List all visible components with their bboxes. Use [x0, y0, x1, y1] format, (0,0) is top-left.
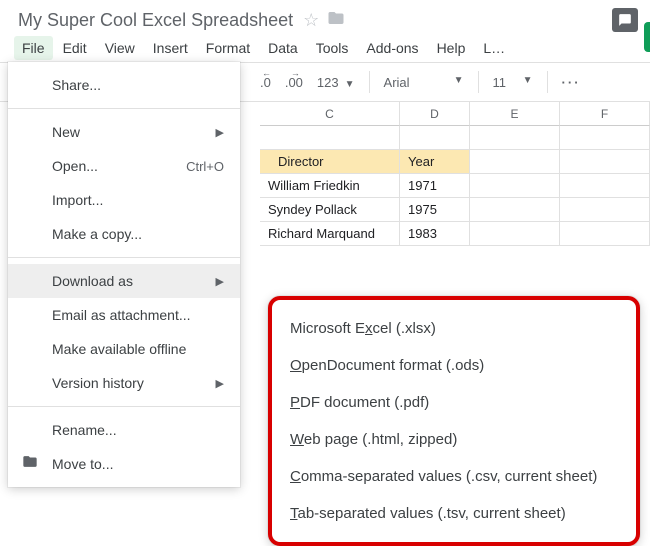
cell-year[interactable]: 1983 — [400, 222, 470, 246]
menu-item-make-offline[interactable]: Make available offline — [8, 332, 240, 366]
cell[interactable] — [560, 222, 650, 246]
download-ods[interactable]: OpenDocument format (.ods) — [272, 347, 636, 384]
star-icon[interactable]: ☆ — [303, 10, 319, 31]
menu-tools[interactable]: Tools — [308, 36, 357, 60]
font-size-dropdown[interactable]: 11▼ — [493, 75, 533, 90]
column-header-c[interactable]: C — [260, 102, 400, 126]
menu-bar: File Edit View Insert Format Data Tools … — [0, 34, 650, 62]
menu-item-share[interactable]: Share... — [8, 68, 240, 102]
menu-item-open[interactable]: Open...Ctrl+O — [8, 149, 240, 183]
more-toolbar-button[interactable]: ··· — [562, 75, 581, 90]
cell[interactable] — [560, 150, 650, 174]
cell-year[interactable]: 1971 — [400, 174, 470, 198]
folder-icon — [22, 454, 38, 475]
table-header-row: Director Year — [260, 150, 650, 174]
cell-director[interactable]: Syndey Pollack — [260, 198, 400, 222]
column-header-f[interactable]: F — [560, 102, 650, 126]
document-title[interactable]: My Super Cool Excel Spreadsheet — [18, 10, 293, 31]
table-row: Richard Marquand 1983 — [260, 222, 650, 246]
font-dropdown[interactable]: Arial▼ — [384, 75, 464, 90]
download-pdf[interactable]: PDF document (.pdf) — [272, 384, 636, 421]
menu-addons[interactable]: Add-ons — [358, 36, 426, 60]
cell[interactable] — [560, 174, 650, 198]
menu-last-edit[interactable]: L… — [475, 36, 513, 60]
header-director[interactable]: Director — [260, 150, 400, 174]
download-csv[interactable]: Comma-separated values (.csv, current sh… — [272, 458, 636, 495]
menu-item-import[interactable]: Import... — [8, 183, 240, 217]
move-folder-icon[interactable] — [327, 9, 345, 32]
cell[interactable] — [560, 198, 650, 222]
table-row — [260, 126, 650, 150]
download-xlsx[interactable]: Microsoft Excel (.xlsx) — [272, 310, 636, 347]
menu-help[interactable]: Help — [429, 36, 474, 60]
cell[interactable] — [560, 126, 650, 150]
cell-director[interactable]: Richard Marquand — [260, 222, 400, 246]
menu-insert[interactable]: Insert — [145, 36, 196, 60]
cell[interactable] — [470, 126, 560, 150]
column-header-d[interactable]: D — [400, 102, 470, 126]
comments-button[interactable] — [612, 8, 638, 32]
menu-item-download-as[interactable]: Download as▶ — [8, 264, 240, 298]
menu-separator — [8, 406, 240, 407]
download-tsv[interactable]: Tab-separated values (.tsv, current shee… — [272, 495, 636, 532]
menu-item-rename[interactable]: Rename... — [8, 413, 240, 447]
header-year[interactable]: Year — [400, 150, 470, 174]
menu-item-version-history[interactable]: Version history▶ — [8, 366, 240, 400]
shortcut-label: Ctrl+O — [186, 159, 224, 174]
number-format-dropdown[interactable]: 123▼ — [317, 75, 355, 90]
menu-item-move-to[interactable]: Move to... — [8, 447, 240, 481]
cell-director[interactable]: William Friedkin — [260, 174, 400, 198]
download-html[interactable]: Web page (.html, zipped) — [272, 421, 636, 458]
decrease-decimal-button[interactable]: ←.0 — [260, 75, 271, 90]
cell[interactable] — [470, 222, 560, 246]
menu-edit[interactable]: Edit — [55, 36, 95, 60]
toolbar-separator — [369, 71, 370, 93]
menu-item-make-copy[interactable]: Make a copy... — [8, 217, 240, 251]
download-as-submenu: Microsoft Excel (.xlsx) OpenDocument for… — [268, 296, 640, 546]
menu-item-new[interactable]: New▶ — [8, 115, 240, 149]
table-row: Syndey Pollack 1975 — [260, 198, 650, 222]
cell[interactable] — [470, 198, 560, 222]
cell[interactable] — [260, 126, 400, 150]
menu-separator — [8, 108, 240, 109]
menu-separator — [8, 257, 240, 258]
menu-view[interactable]: View — [97, 36, 143, 60]
menu-format[interactable]: Format — [198, 36, 258, 60]
cell[interactable] — [470, 174, 560, 198]
menu-data[interactable]: Data — [260, 36, 306, 60]
file-menu-dropdown: Share... New▶ Open...Ctrl+O Import... Ma… — [8, 62, 240, 487]
toolbar-separator — [547, 71, 548, 93]
cell[interactable] — [400, 126, 470, 150]
increase-decimal-button[interactable]: →.00 — [285, 75, 303, 90]
column-headers: C D E F — [260, 102, 650, 126]
toolbar-separator — [478, 71, 479, 93]
share-button-edge[interactable] — [644, 22, 650, 52]
cell-year[interactable]: 1975 — [400, 198, 470, 222]
cell[interactable] — [470, 150, 560, 174]
table-row: William Friedkin 1971 — [260, 174, 650, 198]
menu-file[interactable]: File — [14, 36, 53, 60]
menu-item-email-attachment[interactable]: Email as attachment... — [8, 298, 240, 332]
column-header-e[interactable]: E — [470, 102, 560, 126]
